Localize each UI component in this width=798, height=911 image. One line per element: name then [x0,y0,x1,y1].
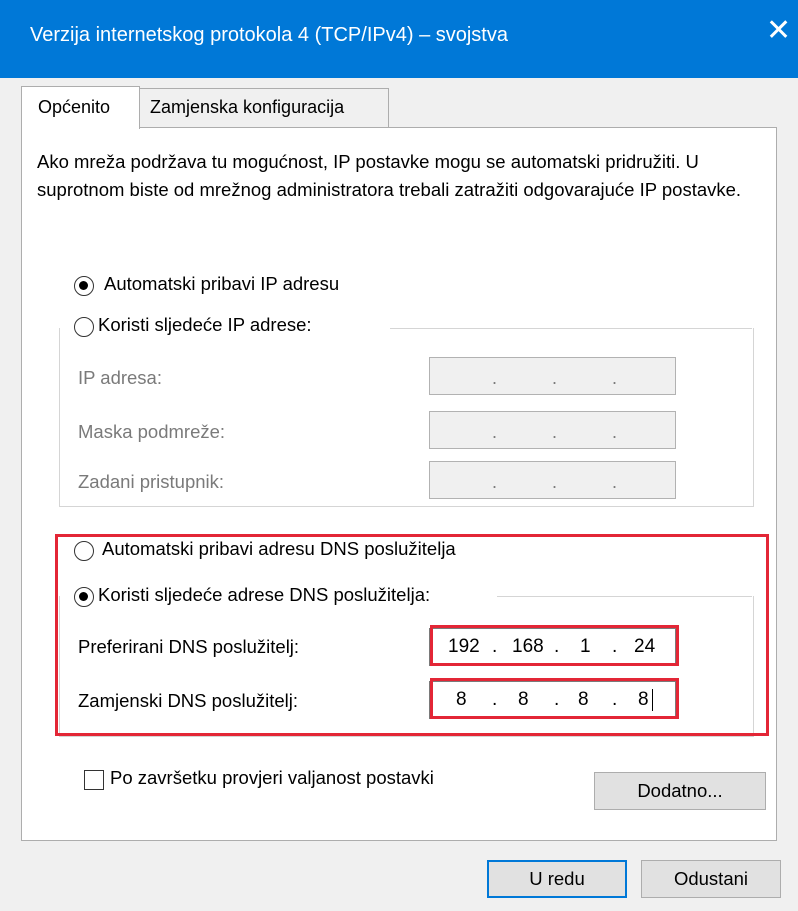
radio-auto-dns-label[interactable]: Automatski pribavi adresu DNS poslužitel… [102,538,456,560]
radio-manual-dns-label[interactable]: Koristi sljedeće adrese DNS poslužitelja… [98,584,443,606]
dns-groupbox-topline [497,596,752,597]
subnet-mask-label: Maska podmreže: [78,421,226,442]
radio-auto-ip[interactable] [74,276,94,296]
advanced-button[interactable]: Dodatno... [594,772,766,810]
alternate-dns-octet-3: 8 [578,689,589,710]
preferred-dns-label: Preferirani DNS poslužitelj: [78,636,300,657]
close-icon: ✕ [766,14,792,47]
validate-settings-label[interactable]: Po završetku provjeri valjanost postavki [110,767,434,789]
tab-alternate-configuration-label: Zamjenska konfiguracija [150,97,345,117]
tab-panel-general: Ako mreža podržava tu mogućnost, IP post… [21,127,777,841]
alternate-dns-field[interactable]: 8 . 8 . 8 . 8 [429,681,676,719]
subnet-mask-field[interactable]: ... [429,411,676,449]
radio-manual-ip-label[interactable]: Koristi sljedeće IP adrese: [98,314,322,336]
alternate-dns-octet-4: 8 [638,689,649,710]
tab-general[interactable]: Općenito [21,86,140,129]
ip-address-label: IP adresa: [78,367,162,388]
radio-auto-ip-label[interactable]: Automatski pribavi IP adresu [104,273,339,295]
cancel-button[interactable]: Odustani [641,860,781,898]
dialog-window: Verzija internetskog protokola 4 (TCP/IP… [0,0,798,911]
preferred-dns-octet-3: 1 [580,636,591,657]
text-caret [652,689,653,711]
radio-manual-dns[interactable] [74,587,94,607]
intro-text: Ako mreža podržava tu mogućnost, IP post… [37,151,742,200]
preferred-dns-octet-1: 192 [448,636,480,657]
default-gateway-label: Zadani pristupnik: [78,471,225,492]
ip-address-field[interactable]: ... [429,357,676,395]
window-title: Verzija internetskog protokola 4 (TCP/IP… [30,24,508,46]
title-bar[interactable]: Verzija internetskog protokola 4 (TCP/IP… [0,0,798,78]
alternate-dns-label: Zamjenski DNS poslužitelj: [78,690,299,711]
validate-settings-checkbox[interactable] [84,770,104,790]
preferred-dns-field[interactable]: 192 . 168 . 1 . 24 [429,628,676,666]
alternate-dns-octet-1: 8 [456,689,467,710]
radio-auto-dns[interactable] [74,541,94,561]
radio-manual-ip[interactable] [74,317,94,337]
ip-groupbox-topline [390,328,752,329]
tab-alternate-configuration[interactable]: Zamjenska konfiguracija [139,88,389,129]
preferred-dns-octet-2: 168 [512,636,544,657]
tab-general-label: Općenito [38,97,111,117]
preferred-dns-octet-4: 24 [634,636,656,657]
alternate-dns-octet-2: 8 [518,689,529,710]
ok-button[interactable]: U redu [487,860,627,898]
default-gateway-field[interactable]: ... [429,461,676,499]
close-button[interactable]: ✕ [728,0,798,78]
